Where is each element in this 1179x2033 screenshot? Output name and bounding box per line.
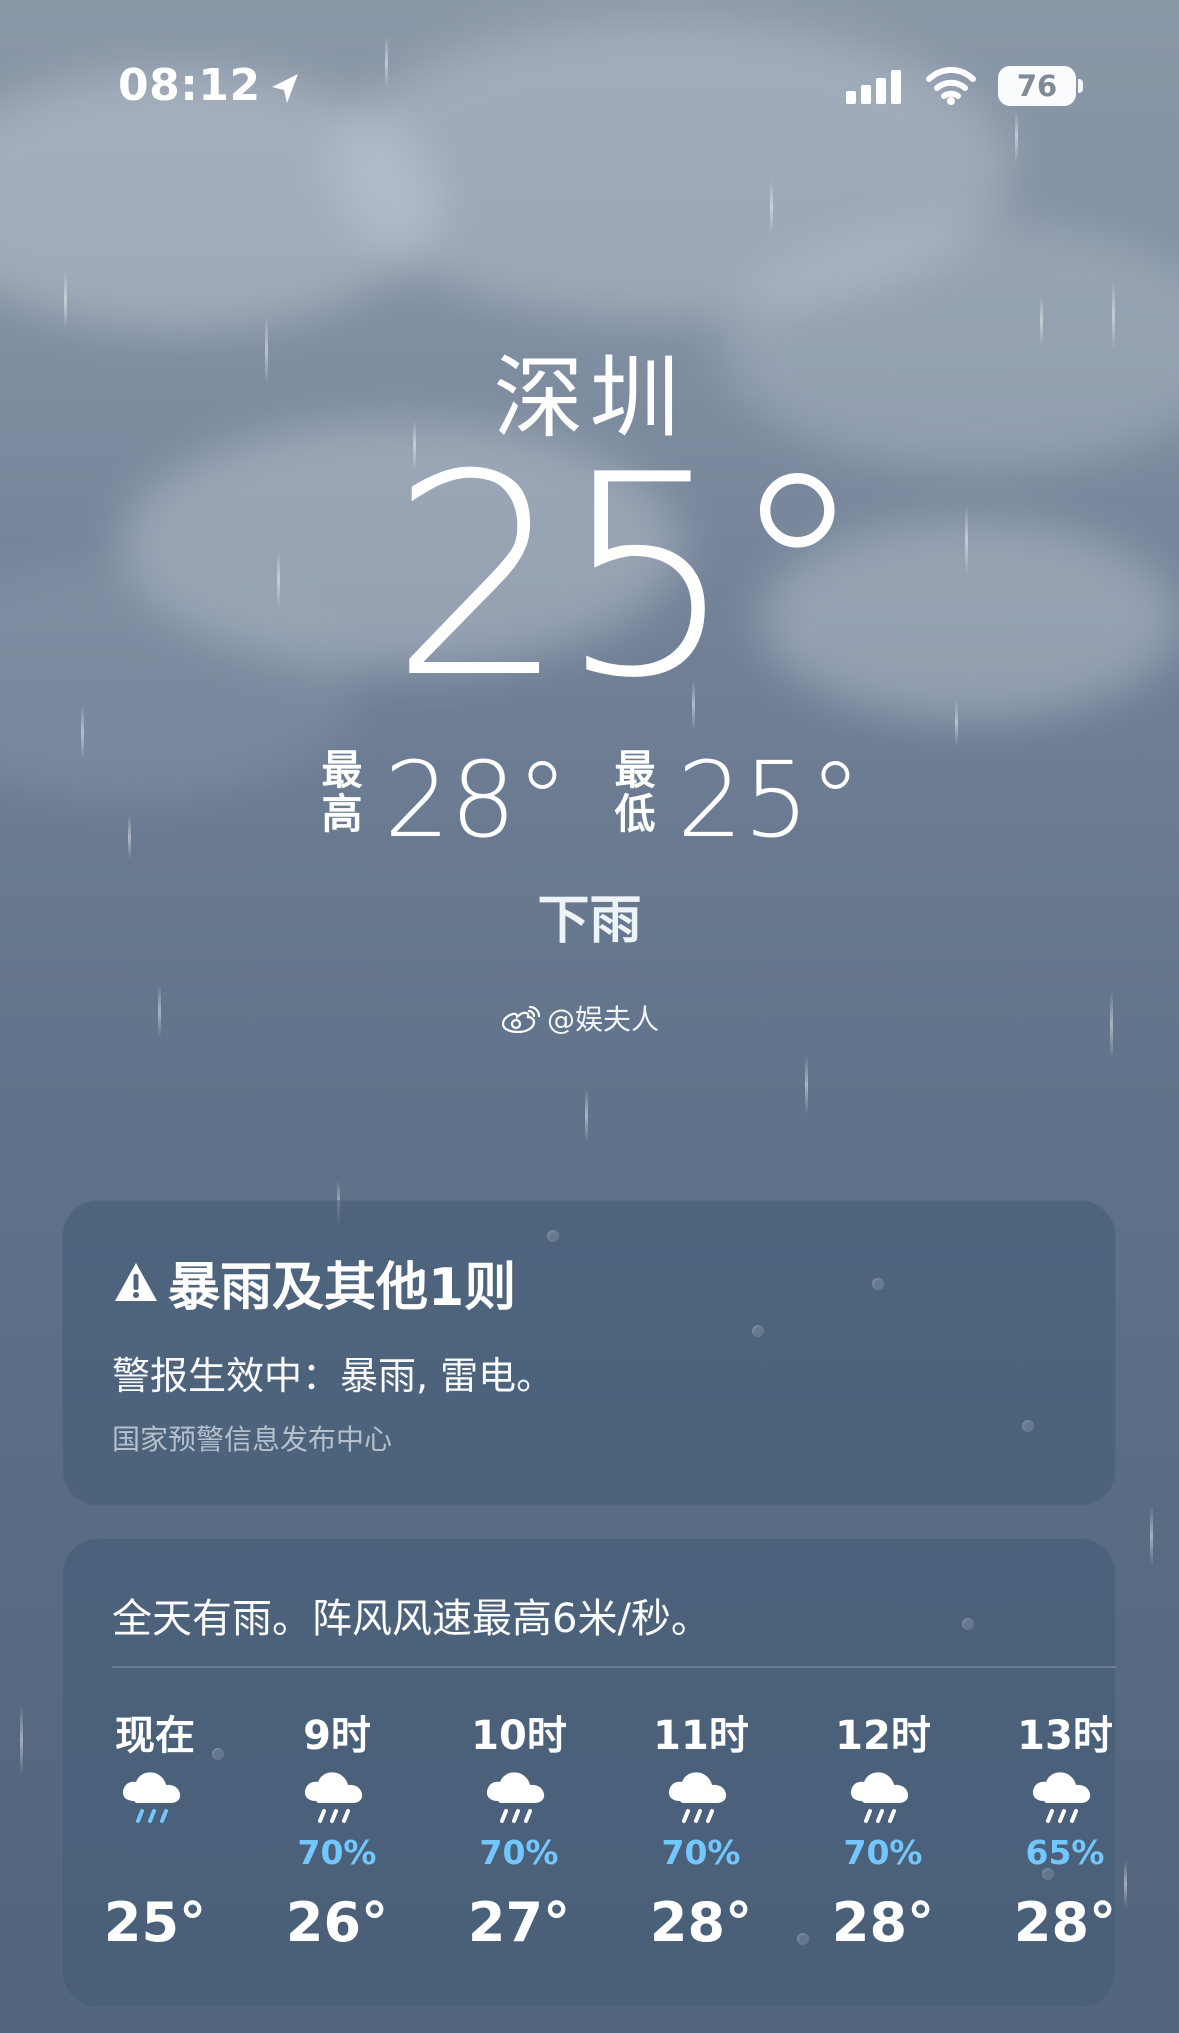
precipitation-probability: 70% <box>843 1833 923 1872</box>
current-weather-hero: 深圳 25° 最高 28° 最低 25° 下雨 <box>0 0 1179 1080</box>
rain-cloud-icon <box>122 1772 181 1823</box>
weather-condition: 下雨 <box>537 891 642 951</box>
water-drop-decoration <box>752 1325 764 1337</box>
hour-temperature: 28° <box>1013 1891 1116 1954</box>
hour-item-10[interactable]: 10时 70% 27° <box>434 1703 604 1954</box>
hour-temperature: 28° <box>649 1891 753 1954</box>
hour-label: 12时 <box>835 1713 931 1759</box>
hour-label: 13时 <box>1017 1713 1113 1759</box>
raindrop-streak <box>1150 1505 1153 1567</box>
rain-cloud-icon <box>1032 1772 1091 1823</box>
weibo-icon <box>501 1005 541 1033</box>
water-drop-decoration <box>547 1230 559 1242</box>
precipitation-probability: 70% <box>661 1833 741 1872</box>
hour-item-now[interactable]: 现在 25° <box>70 1703 240 1954</box>
rain-cloud-icon <box>486 1772 545 1823</box>
severe-weather-alert-card[interactable]: 暴雨及其他1则 警报生效中：暴雨, 雷电。 国家预警信息发布中心 <box>62 1200 1116 1506</box>
precipitation-probability: 70% <box>297 1833 377 1872</box>
alert-title-row: 暴雨及其他1则 <box>112 1245 516 1320</box>
hour-label: 现在 <box>115 1713 195 1759</box>
water-drop-decoration <box>1022 1420 1034 1432</box>
raindrop-streak <box>585 1088 588 1143</box>
rain-cloud-icon <box>850 1772 909 1823</box>
warning-icon <box>115 1262 157 1301</box>
alert-title: 暴雨及其他1则 <box>168 1258 517 1318</box>
hour-item-9[interactable]: 9时 70% 26° <box>252 1703 422 1954</box>
precipitation-probability: 70% <box>479 1833 559 1872</box>
rain-cloud-icon <box>668 1772 727 1823</box>
low-temperature: 25° <box>677 739 862 861</box>
alert-description: 警报生效中：暴雨, 雷电。 <box>112 1354 555 1398</box>
current-temperature: 25° <box>390 415 867 739</box>
raindrop-streak <box>1124 1860 1127 1908</box>
high-low-temperatures: 最高 28° 最低 25° <box>320 746 880 852</box>
hourly-forecast-card[interactable]: 全天有雨。阵风风速最高6米/秒。 现在 25° 9时 70% 26° 10时 7… <box>62 1538 1116 2008</box>
precipitation-probability: 65% <box>1025 1833 1105 1872</box>
hour-temperature: 26° <box>285 1891 389 1954</box>
hour-item-13[interactable]: 13时 65% 28° <box>980 1703 1116 1954</box>
hour-temperature: 27° <box>467 1891 571 1954</box>
hour-item-11[interactable]: 11时 70% 28° <box>616 1703 786 1954</box>
hour-label: 9时 <box>303 1713 371 1759</box>
hourly-forecast-list[interactable]: 现在 25° 9时 70% 26° 10时 70% 27° 11时 70% 28… <box>62 1538 1116 2008</box>
high-label: 最高 <box>321 746 363 838</box>
high-temperature: 28° <box>384 739 569 861</box>
weibo-watermark: @娱夫人 <box>500 995 659 1041</box>
low-label: 最低 <box>614 746 656 838</box>
hour-label: 10时 <box>471 1713 567 1759</box>
hour-label: 11时 <box>653 1713 749 1759</box>
hour-temperature: 28° <box>831 1891 935 1954</box>
alert-source: 国家预警信息发布中心 <box>112 1423 393 1456</box>
hour-temperature: 25° <box>103 1891 207 1954</box>
raindrop-streak <box>20 1705 23 1775</box>
watermark-text: @娱夫人 <box>547 1003 660 1036</box>
water-drop-decoration <box>872 1278 884 1290</box>
hour-item-12[interactable]: 12时 70% 28° <box>798 1703 968 1954</box>
rain-cloud-icon <box>304 1772 363 1823</box>
